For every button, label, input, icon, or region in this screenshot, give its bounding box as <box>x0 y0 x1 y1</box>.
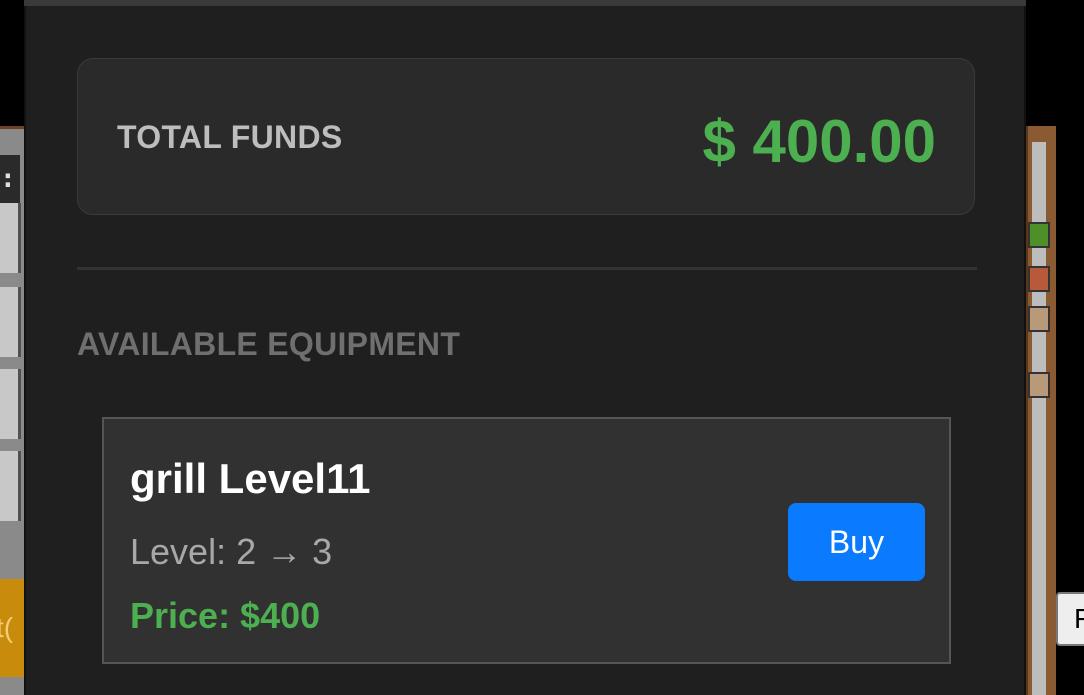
game-tile <box>0 451 21 521</box>
equipment-level: Level: 2 → 3 <box>130 531 333 572</box>
equipment-card-grill: grill Level11 Level: 2 → 3 Price: $400 B… <box>102 417 951 664</box>
total-funds-label: TOTAL FUNDS <box>117 119 343 155</box>
game-tile <box>0 287 21 357</box>
game-item-icon <box>1028 266 1050 292</box>
game-item-icon <box>1028 222 1050 248</box>
total-funds-value: $ 400.00 <box>702 108 936 175</box>
game-orange-button-fragment[interactable]: t( <box>0 579 24 677</box>
shop-panel: TOTAL FUNDS $ 400.00 AVAILABLE EQUIPMENT… <box>24 6 1026 695</box>
game-item-icon <box>1028 306 1050 332</box>
available-equipment-heading: AVAILABLE EQUIPMENT <box>77 326 461 362</box>
section-divider <box>77 267 977 270</box>
equipment-price: Price: $400 <box>130 595 321 636</box>
game-tile <box>0 369 21 439</box>
game-side-button[interactable]: F <box>1056 592 1084 646</box>
game-frame <box>1026 126 1056 695</box>
game-tile <box>0 203 21 273</box>
buy-button[interactable]: Buy <box>788 503 925 581</box>
game-board-left-edge: : t( <box>0 126 26 695</box>
game-hud-fragment: : <box>0 155 20 203</box>
total-funds-card: TOTAL FUNDS $ 400.00 <box>77 58 975 215</box>
equipment-name: grill Level11 <box>130 455 371 502</box>
game-board-right-edge: F <box>1026 126 1084 695</box>
game-item-icon <box>1028 372 1050 398</box>
